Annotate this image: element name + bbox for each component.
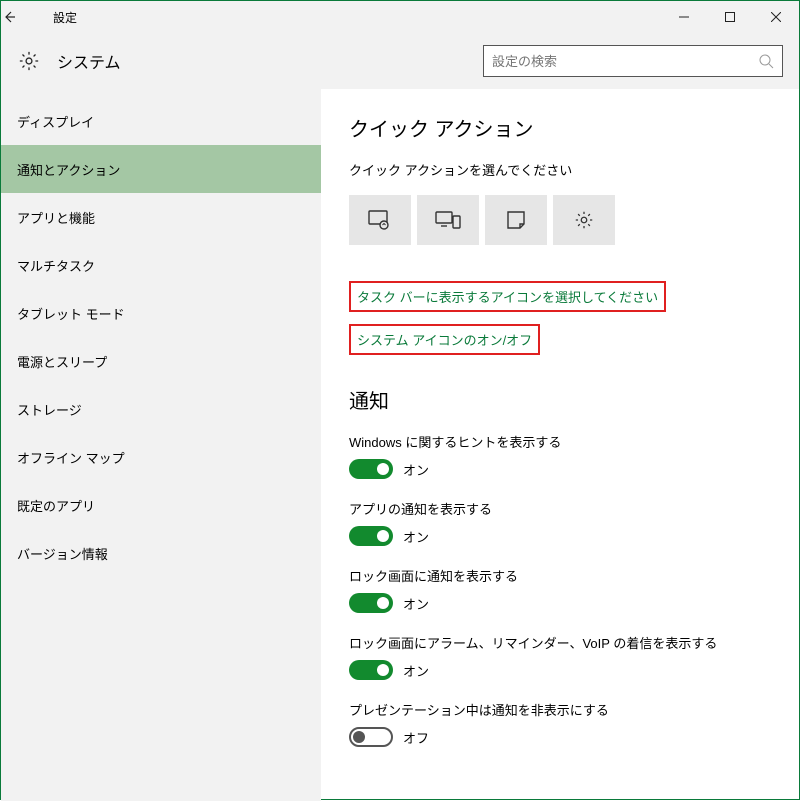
sidebar-item-multitask[interactable]: マルチタスク xyxy=(1,241,321,289)
toggle-label: ロック画面にアラーム、リマインダー、VoIP の着信を表示する xyxy=(349,633,771,652)
quick-action-note[interactable] xyxy=(485,195,547,245)
toggle-state: オン xyxy=(403,594,429,613)
toggle-label: Windows に関するヒントを表示する xyxy=(349,432,771,451)
toggle-lockscreen-alarms[interactable] xyxy=(349,660,393,680)
sidebar-item-storage[interactable]: ストレージ xyxy=(1,385,321,433)
sidebar-item-display[interactable]: ディスプレイ xyxy=(1,97,321,145)
toggle-label: アプリの通知を表示する xyxy=(349,499,771,518)
sidebar-item-label: バージョン情報 xyxy=(17,544,108,563)
sidebar-item-label: ディスプレイ xyxy=(17,112,94,131)
toggle-windows-tips[interactable] xyxy=(349,459,393,479)
quick-action-connect[interactable] xyxy=(417,195,479,245)
sidebar-item-tablet[interactable]: タブレット モード xyxy=(1,289,321,337)
sidebar-item-maps[interactable]: オフライン マップ xyxy=(1,433,321,481)
quick-actions-subtitle: クイック アクションを選んでください xyxy=(349,160,771,179)
sidebar-item-default-apps[interactable]: 既定のアプリ xyxy=(1,481,321,529)
toggle-state: オン xyxy=(403,661,429,680)
back-button[interactable] xyxy=(1,9,49,25)
toggle-state: オン xyxy=(403,460,429,479)
search-input[interactable] xyxy=(492,54,758,69)
quick-action-all-settings[interactable] xyxy=(553,195,615,245)
minimize-button[interactable] xyxy=(661,1,707,33)
quick-action-tablet-mode[interactable] xyxy=(349,195,411,245)
toggle-presentation-mode[interactable] xyxy=(349,727,393,747)
toggle-state: オフ xyxy=(403,728,429,747)
sidebar-item-label: 既定のアプリ xyxy=(17,496,95,515)
close-button[interactable] xyxy=(753,1,799,33)
sidebar-item-label: 通知とアクション xyxy=(17,160,120,179)
quick-actions-heading: クイック アクション xyxy=(349,113,771,142)
sidebar-item-label: アプリと機能 xyxy=(17,208,95,227)
sidebar-item-label: 電源とスリープ xyxy=(17,352,107,371)
sidebar-item-power[interactable]: 電源とスリープ xyxy=(1,337,321,385)
sidebar-item-label: オフライン マップ xyxy=(17,448,125,467)
toggle-app-notifications[interactable] xyxy=(349,526,393,546)
search-icon xyxy=(758,53,774,69)
settings-gear-icon xyxy=(17,49,41,73)
sidebar-item-about[interactable]: バージョン情報 xyxy=(1,529,321,577)
notifications-heading: 通知 xyxy=(349,385,771,414)
toggle-label: ロック画面に通知を表示する xyxy=(349,566,771,585)
toggle-label: プレゼンテーション中は通知を非表示にする xyxy=(349,700,771,719)
sidebar-item-label: マルチタスク xyxy=(17,256,95,275)
toggle-lockscreen-notifications[interactable] xyxy=(349,593,393,613)
sidebar-item-label: ストレージ xyxy=(17,400,82,419)
sidebar-item-notifications[interactable]: 通知とアクション xyxy=(1,145,321,193)
sidebar: ディスプレイ 通知とアクション アプリと機能 マルチタスク タブレット モード … xyxy=(1,89,321,801)
maximize-button[interactable] xyxy=(707,1,753,33)
toggle-state: オン xyxy=(403,527,429,546)
window-title: 設定 xyxy=(49,9,77,26)
page-heading: システム xyxy=(57,49,121,73)
search-box[interactable] xyxy=(483,45,783,77)
sidebar-item-label: タブレット モード xyxy=(17,304,125,323)
content-pane: クイック アクション クイック アクションを選んでください タスク バーに表示す… xyxy=(321,89,799,801)
system-icons-link[interactable]: システム アイコンのオン/オフ xyxy=(351,326,538,353)
taskbar-icons-link[interactable]: タスク バーに表示するアイコンを選択してください xyxy=(351,283,664,310)
sidebar-item-apps[interactable]: アプリと機能 xyxy=(1,193,321,241)
